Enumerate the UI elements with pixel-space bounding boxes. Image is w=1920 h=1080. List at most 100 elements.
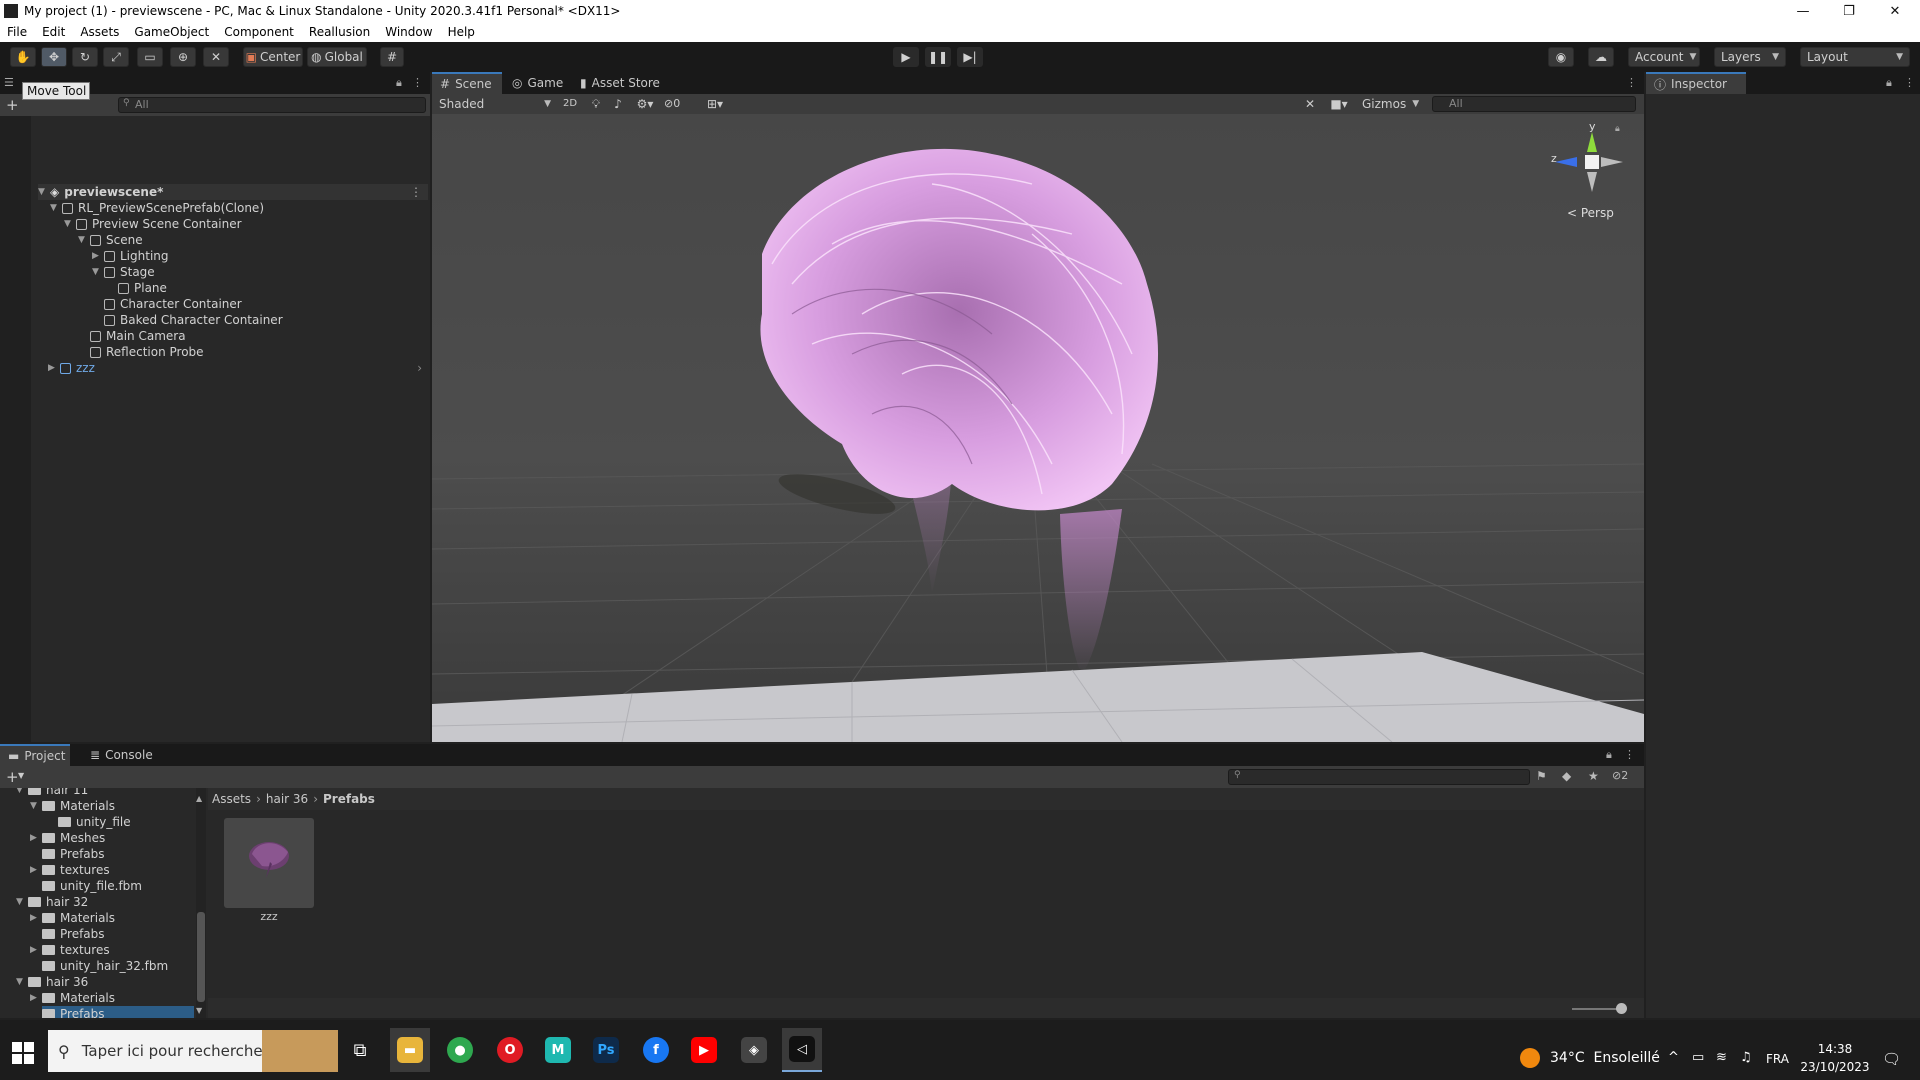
taskbar-youtube[interactable]: ▶ [684,1028,724,1072]
filter-type-icon[interactable]: ⚑ [1536,769,1547,783]
hierarchy-item[interactable]: Baked Character Container [104,312,283,328]
hierarchy-item[interactable]: ▼ Preview Scene Container [64,216,242,232]
scene-root-row[interactable]: ▼ ◈ previewscene* ⋮ [38,184,428,200]
lock-icon[interactable]: 🔒︎ [1886,76,1892,90]
taskbar-explorer[interactable]: ▬ [390,1028,430,1072]
folder-row[interactable]: ▶ Materials [30,910,115,926]
folder-row[interactable]: ▼ Materials [30,798,115,814]
folder-row[interactable]: Prefabs [42,846,105,862]
weather-sun-icon[interactable] [1520,1048,1540,1068]
tab-inspector[interactable]: ⓘ Inspector [1646,72,1746,94]
folder-row[interactable]: unity_file [58,814,131,830]
kebab-menu-icon[interactable]: ⋮ [1626,76,1637,89]
folder-row[interactable]: ▼ hair 36 [16,974,88,990]
taskbar-unity-editor[interactable]: ◁ [782,1028,822,1072]
hierarchy-item[interactable]: ▶ Lighting [92,248,169,264]
play-button[interactable]: ▶ [893,47,919,67]
cloud-icon[interactable]: ☁ [1588,47,1614,67]
notifications-icon[interactable]: 🗨︎ [1882,1050,1901,1068]
tools-icon[interactable]: ✕ [1300,95,1320,113]
scene-search-input[interactable]: All [1432,96,1636,112]
breadcrumb-item-current[interactable]: Prefabs [323,792,375,806]
breadcrumb-item[interactable]: Assets [212,792,251,806]
toggle-2d-button[interactable]: 2D [558,95,582,113]
clock-date[interactable]: 23/10/2023 [1796,1060,1874,1074]
hidden-objects-toggle[interactable]: ⊘0 [664,95,694,113]
menu-component[interactable]: Component [217,25,302,39]
scroll-up-icon[interactable]: ▲ [196,794,202,803]
custom-tool-icon[interactable]: ✕ [203,47,229,67]
taskbar-unity-hub[interactable]: ◈ [734,1028,774,1072]
zoom-slider-thumb[interactable] [1616,1003,1627,1014]
gizmos-dropdown[interactable]: Gizmos ▼ [1358,95,1422,113]
wifi-icon[interactable]: ≋ [1716,1050,1727,1065]
kebab-menu-icon[interactable]: ⋮ [412,76,423,89]
taskbar-search-box[interactable]: ⚲ Taper ici pour rechercher [48,1030,338,1072]
taskbar-chrome[interactable]: ● [440,1028,480,1072]
menu-reallusion[interactable]: Reallusion [302,25,378,39]
menu-assets[interactable]: Assets [73,25,127,39]
hand-tool-icon[interactable]: ✋ [10,47,36,67]
kebab-menu-icon[interactable]: ⋮ [1624,748,1635,761]
scene-viewport[interactable] [432,114,1644,742]
collab-icon[interactable]: ◉ [1548,47,1574,67]
menu-help[interactable]: Help [441,25,483,39]
menu-gameobject[interactable]: GameObject [127,25,217,39]
favorite-star-icon[interactable]: ★ [1588,769,1599,783]
chevron-right-icon[interactable]: › [417,361,422,375]
folder-row[interactable]: ▶ textures [30,942,110,958]
grid-dropdown-icon[interactable]: ⊞▾ [698,95,732,113]
lock-icon[interactable]: 🔒︎ [396,76,402,90]
windows-start-icon[interactable] [10,1040,36,1066]
close-button[interactable]: ✕ [1872,0,1918,22]
menu-window[interactable]: Window [378,25,440,39]
scroll-down-icon[interactable]: ▼ [196,1006,202,1015]
hierarchy-menu-icon[interactable]: ☰ [4,76,18,89]
menu-file[interactable]: File [0,25,35,39]
scrollbar-thumb[interactable] [197,912,205,1002]
effects-dropdown-icon[interactable]: ⚙▾ [630,95,660,113]
battery-icon[interactable]: ▭ [1692,1050,1704,1065]
audio-toggle-icon[interactable]: ♪ [608,95,628,113]
hierarchy-item[interactable]: ▼ Stage [92,264,155,280]
hidden-packages-toggle[interactable]: ⊘2 [1612,769,1628,782]
add-icon[interactable]: + [6,96,19,114]
lock-icon[interactable]: 🔒︎ [1615,124,1620,134]
grid-snap-icon[interactable]: # [380,47,404,67]
hierarchy-search-input[interactable]: All [118,97,426,113]
tab-asset-store[interactable]: ▮ Asset Store [572,72,672,94]
pause-button[interactable]: ❚❚ [925,47,951,67]
language-indicator[interactable]: FRA [1766,1052,1789,1066]
taskbar-photoshop[interactable]: Ps [586,1028,626,1072]
taskbar-opera[interactable]: O [490,1028,530,1072]
add-icon[interactable]: + [6,768,19,786]
hierarchy-item[interactable]: Plane [118,280,167,296]
zoom-slider-track[interactable] [1572,1008,1622,1010]
folder-row[interactable]: ▶ Meshes [30,830,105,846]
folder-row[interactable]: ▼ hair 32 [16,894,88,910]
tab-game[interactable]: ◎ Game [504,72,570,94]
projection-toggle[interactable]: < Persp [1567,206,1614,220]
kebab-menu-icon[interactable]: ⋮ [410,185,422,199]
folder-row[interactable]: ▶ textures [30,862,110,878]
shading-mode-dropdown[interactable]: Shaded ▼ [435,95,555,113]
minimize-button[interactable]: — [1780,0,1826,22]
transform-tool-icon[interactable]: ⊕ [170,47,196,67]
space-global-button[interactable]: ◍ Global [307,47,367,67]
clock-time[interactable]: 14:38 [1800,1042,1870,1056]
camera-dropdown-icon[interactable]: ■▾ [1324,95,1354,113]
taskbar-maya[interactable]: M [538,1028,578,1072]
hierarchy-item[interactable]: Character Container [104,296,242,312]
tab-console[interactable]: ≣ Console [82,744,162,766]
step-button[interactable]: ▶| [957,47,983,67]
folder-row[interactable]: Prefabs [42,926,105,942]
asset-thumbnail[interactable] [224,818,314,908]
volume-icon[interactable]: ♫ [1740,1050,1752,1065]
breadcrumb-item[interactable]: hair 36 [266,792,308,806]
rotate-tool-icon[interactable]: ↻ [72,47,98,67]
orientation-gizmo[interactable]: y z 🔒︎ < Persp [1545,120,1625,220]
filter-label-icon[interactable]: ◆ [1562,769,1571,783]
tab-scene[interactable]: # Scene [432,72,502,94]
account-dropdown[interactable]: Account ▼ [1628,47,1700,67]
folder-row[interactable]: ▼ hair 11 [16,788,88,798]
